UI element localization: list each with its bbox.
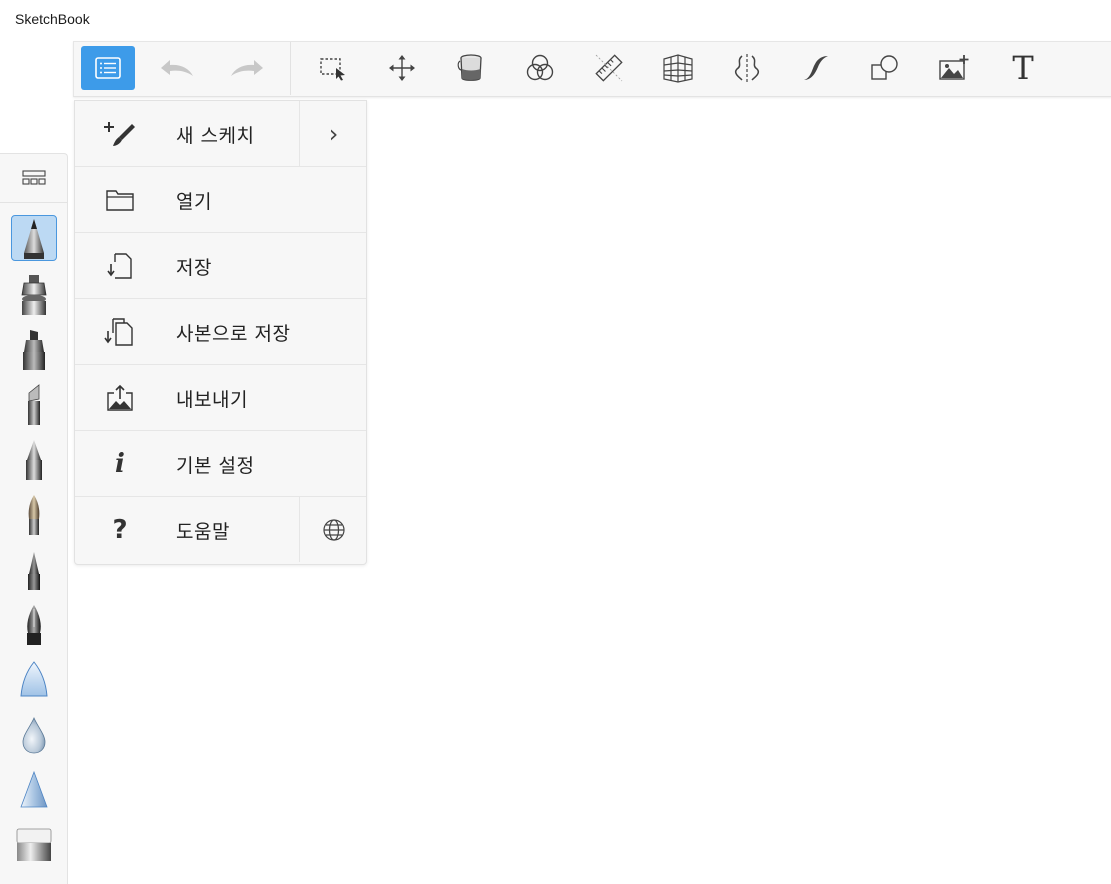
brush-paint[interactable] (11, 492, 57, 538)
undo-arrow-icon (161, 60, 193, 76)
menu-button[interactable] (81, 46, 135, 90)
globe-icon (322, 518, 345, 541)
brush-marker[interactable] (11, 327, 57, 373)
fountain-pen-brush-icon (27, 605, 41, 645)
marker-brush-icon (23, 330, 45, 370)
folder-icon (101, 184, 139, 216)
new-sketch-options-button[interactable]: › (299, 101, 367, 166)
brush-water-drop[interactable] (11, 712, 57, 758)
save-copy-icon (101, 316, 139, 348)
french-curve-icon (804, 56, 828, 80)
help-online-button[interactable] (299, 497, 367, 562)
new-sketch-icon (101, 118, 139, 150)
paint-brush-icon (28, 495, 40, 535)
smudge-brush-icon (20, 770, 48, 808)
pencil-brush-icon (24, 219, 44, 259)
brush-chisel-marker[interactable] (11, 382, 57, 428)
redo-button[interactable] (220, 46, 274, 90)
menu-label-new-sketch: 새 스케치 (176, 125, 255, 147)
ruler-button[interactable] (582, 46, 636, 90)
menu-label-export: 내보내기 (176, 389, 248, 411)
info-icon: i (115, 449, 125, 479)
symmetry-icon (734, 54, 760, 82)
menu-item-export[interactable]: 내보내기 (75, 365, 366, 431)
paint-bucket-icon (457, 54, 482, 81)
brush-eraser[interactable] (11, 822, 57, 868)
brush-ink-pen[interactable] (11, 547, 57, 593)
color-editor-button[interactable] (513, 46, 567, 90)
color-circles-icon (526, 54, 554, 81)
brush-hard-shape[interactable] (11, 657, 57, 703)
curve-button[interactable] (789, 46, 843, 90)
brush-smudge[interactable] (11, 767, 57, 813)
brush-pencil[interactable] (11, 215, 57, 261)
brush-fountain-pen[interactable] (11, 602, 57, 648)
redo-arrow-icon (231, 60, 263, 76)
menu-item-new-sketch[interactable]: 새 스케치 › (75, 101, 366, 167)
add-image-icon (939, 55, 969, 80)
airbrush-brush-icon (21, 275, 47, 315)
move-arrows-icon (389, 55, 415, 81)
app-title: SketchBook (15, 11, 90, 27)
brush-ballpoint[interactable] (11, 437, 57, 483)
brush-library-button[interactable] (0, 154, 67, 203)
ink-pen-brush-icon (28, 552, 40, 590)
fill-button[interactable] (444, 46, 498, 90)
hard-shape-brush-icon (20, 661, 48, 697)
text-button[interactable]: T (996, 46, 1050, 90)
list-icon (95, 57, 121, 79)
eraser-brush-icon (16, 828, 52, 861)
save-icon (101, 250, 139, 282)
menu-item-help[interactable]: ? 도움말 (75, 497, 366, 563)
perspective-grid-icon (663, 54, 693, 83)
menu-item-save[interactable]: 저장 (75, 233, 366, 299)
toolbar-divider (290, 42, 291, 95)
menu-item-open[interactable]: 열기 (75, 167, 366, 233)
undo-button[interactable] (150, 46, 204, 90)
menu-item-save-copy[interactable]: 사본으로 저장 (75, 299, 366, 365)
menu-label-save-copy: 사본으로 저장 (176, 323, 291, 345)
menu-label-open: 열기 (176, 191, 212, 213)
menu-label-help: 도움말 (176, 521, 230, 543)
add-image-button[interactable] (927, 46, 981, 90)
select-button[interactable] (306, 46, 360, 90)
selection-marquee-icon (320, 58, 345, 81)
title-bar: SketchBook (0, 0, 1111, 40)
export-icon (101, 382, 139, 414)
brush-palette (0, 153, 68, 884)
main-menu: 새 스케치 › 열기 저장 사본으로 저장 내보내기 i 기본 설정 ? 도움말 (74, 100, 367, 565)
symmetry-button[interactable] (720, 46, 774, 90)
top-toolbar: T (73, 41, 1111, 97)
menu-item-preferences[interactable]: i 기본 설정 (75, 431, 366, 497)
brush-airbrush[interactable] (11, 272, 57, 318)
menu-label-save: 저장 (176, 257, 212, 279)
shapes-button[interactable] (858, 46, 912, 90)
text-icon: T (1012, 49, 1034, 87)
help-icon: ? (112, 515, 128, 545)
water-drop-brush-icon (22, 717, 46, 754)
brush-library-icon (21, 170, 46, 185)
ruler-icon (595, 54, 623, 82)
chisel-marker-brush-icon (28, 384, 40, 425)
chevron-right-icon: › (328, 119, 339, 148)
ballpoint-brush-icon (26, 440, 42, 480)
menu-label-preferences: 기본 설정 (176, 455, 255, 477)
perspective-button[interactable] (651, 46, 705, 90)
transform-button[interactable] (375, 46, 429, 90)
shapes-icon (871, 55, 898, 80)
